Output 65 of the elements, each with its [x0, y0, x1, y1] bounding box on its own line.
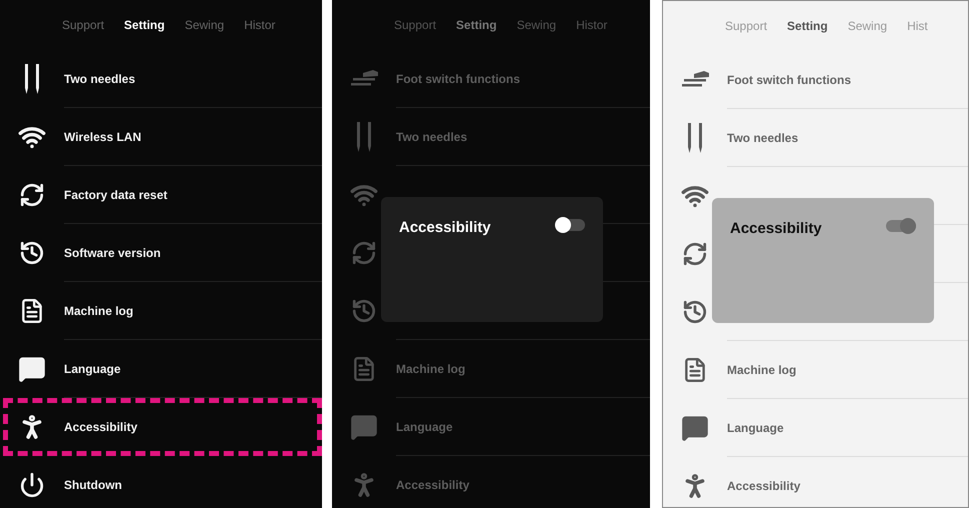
needles-icon	[354, 122, 374, 152]
settings-row[interactable]: Accessibility	[663, 457, 968, 507]
row-label: Factory data reset	[64, 186, 168, 204]
settings-row[interactable]: Machine log	[332, 340, 650, 398]
toggle-switch[interactable]	[886, 220, 916, 232]
tab[interactable]: Setting	[787, 17, 828, 35]
row-label: Foot switch functions	[727, 72, 851, 88]
settings-row[interactable]: Foot switch functions	[332, 50, 650, 108]
document-icon	[682, 357, 708, 383]
tab[interactable]: Setting	[456, 16, 497, 34]
refresh-icon	[682, 241, 708, 267]
power-icon	[19, 472, 45, 498]
settings-row[interactable]: Foot switch functions	[663, 51, 968, 109]
row-label: Language	[727, 420, 784, 436]
dialog-title: Accessibility	[730, 219, 822, 239]
row-label: Accessibility	[64, 419, 138, 436]
row-label: Shutdown	[64, 476, 122, 494]
needles-icon	[685, 123, 705, 153]
settings-row[interactable]: Accessibility	[3, 398, 322, 456]
row-label: Two needles	[396, 128, 468, 146]
tab[interactable]: Histor	[244, 16, 276, 34]
row-label: Machine log	[396, 360, 466, 378]
settings-row[interactable]: Software version	[0, 224, 322, 282]
tab[interactable]: Setting	[124, 16, 165, 34]
speech-bubble-icon	[18, 355, 46, 383]
settings-row[interactable]: Two needles	[663, 109, 968, 167]
settings-row[interactable]: Language	[0, 340, 322, 398]
speech-bubble-icon	[350, 413, 378, 441]
clock-arrow-icon	[682, 299, 708, 325]
tab[interactable]: Histor	[576, 16, 608, 34]
settings-row[interactable]: Machine log	[0, 282, 322, 340]
settings-row[interactable]: Accessibility	[332, 456, 650, 508]
clock-arrow-icon	[19, 240, 45, 266]
tab[interactable]: Support	[62, 16, 104, 34]
row-label: Machine log	[727, 362, 796, 378]
refresh-icon	[351, 240, 377, 266]
row-label: Machine log	[64, 302, 134, 320]
tab[interactable]: Support	[394, 16, 436, 34]
row-label: Accessibility	[396, 476, 470, 494]
dialog-title: Accessibility	[399, 218, 491, 238]
row-label: Language	[64, 360, 121, 378]
tab[interactable]: Sewing	[516, 16, 556, 34]
toggle-switch[interactable]	[555, 219, 585, 231]
tab[interactable]: Sewing	[184, 16, 224, 34]
row-label: Two needles	[64, 70, 136, 88]
settings-row[interactable]: Shutdown	[0, 456, 322, 508]
settings-row[interactable]: Factory data reset	[0, 166, 322, 224]
row-label: Language	[396, 418, 453, 436]
document-icon	[19, 298, 45, 324]
refresh-icon	[19, 182, 45, 208]
clock-arrow-icon	[351, 298, 377, 324]
settings-row[interactable]: Two needles	[0, 50, 322, 108]
row-label: Software version	[64, 244, 161, 262]
row-label: Wireless LAN	[64, 128, 142, 146]
settings-row[interactable]: Wireless LAN	[0, 108, 322, 166]
speech-bubble-icon	[681, 414, 709, 442]
row-label: Foot switch functions	[396, 70, 520, 88]
settings-row[interactable]: Language	[663, 399, 968, 457]
needles-icon	[22, 64, 42, 94]
row-label: Two needles	[727, 130, 798, 146]
document-icon	[351, 356, 377, 382]
settings-row[interactable]: Machine log	[663, 341, 968, 399]
settings-row[interactable]: Two needles	[332, 108, 650, 166]
settings-row[interactable]: Language	[332, 398, 650, 456]
row-label: Accessibility	[727, 478, 800, 494]
